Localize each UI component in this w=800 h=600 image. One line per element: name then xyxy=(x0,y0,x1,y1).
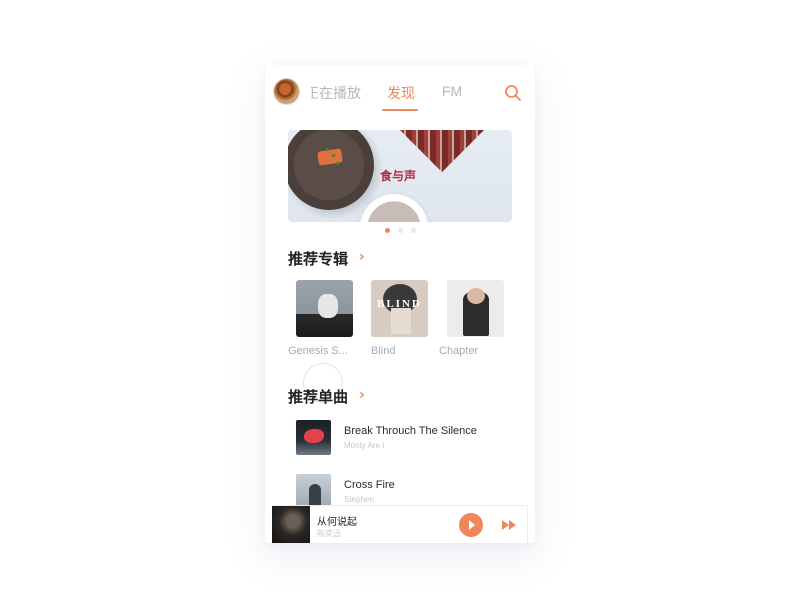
tab-discover[interactable]: 发现 xyxy=(387,83,415,103)
album-cover xyxy=(447,280,504,337)
mini-player[interactable]: 从何说起 陈奕迅 xyxy=(272,505,528,543)
user-avatar[interactable] xyxy=(273,78,300,105)
song-title: Break Throuch The Silence xyxy=(344,425,477,437)
banner-bowl-image xyxy=(360,194,428,222)
player-song-title: 从何说起 xyxy=(317,517,357,528)
song-cover xyxy=(296,474,331,509)
carousel-dot-1[interactable] xyxy=(384,228,390,233)
album-cover: BLIND xyxy=(371,280,428,337)
music-app-screen: 正在播放 发现 FM 食与声 推荐专辑 › Genesis S... BLIND xyxy=(265,65,535,543)
tab-fm[interactable]: FM xyxy=(442,83,462,99)
song-artist: Stephen xyxy=(344,495,374,504)
album-name: Chapter xyxy=(439,345,479,357)
tab-now-playing[interactable]: 正在播放 xyxy=(311,83,361,103)
song-cover xyxy=(296,420,331,455)
albums-more-chevron-icon[interactable]: › xyxy=(359,249,365,265)
album-card[interactable]: BLIND Blind xyxy=(363,280,443,357)
active-tab-indicator xyxy=(382,109,418,111)
play-icon[interactable] xyxy=(459,513,483,537)
album-cover xyxy=(296,280,353,337)
album-card[interactable]: Chapter xyxy=(439,280,519,357)
search-icon[interactable] xyxy=(504,84,522,102)
herb-decoration xyxy=(326,148,329,151)
album-card[interactable]: Genesis S... xyxy=(288,280,368,357)
player-cover xyxy=(272,506,310,543)
herb-decoration xyxy=(336,162,339,165)
songs-section-title: 推荐单曲 xyxy=(288,388,349,406)
song-row[interactable]: Break Throuch The Silence Monty Are I xyxy=(296,420,516,456)
cover-art-shape xyxy=(467,288,485,304)
cover-text: BLIND xyxy=(377,298,422,310)
albums-section-title: 推荐专辑 xyxy=(288,250,349,268)
banner-napkin-image xyxy=(393,130,491,173)
cover-art-shape xyxy=(391,308,411,334)
album-name: Blind xyxy=(371,345,396,357)
banner-carousel[interactable]: 食与声 xyxy=(288,130,512,222)
herb-decoration xyxy=(332,154,335,157)
song-title: Cross Fire xyxy=(344,479,395,491)
fast-forward-icon[interactable] xyxy=(502,520,516,530)
banner-title: 食与声 xyxy=(380,169,417,183)
album-name: Genesis S... xyxy=(288,345,348,357)
song-artist: Monty Are I xyxy=(344,441,385,450)
songs-more-chevron-icon[interactable]: › xyxy=(359,387,365,403)
carousel-dots xyxy=(265,228,535,233)
carousel-dot-2[interactable] xyxy=(397,228,403,233)
player-artist: 陈奕迅 xyxy=(317,529,341,538)
top-nav: 正在播放 发现 FM xyxy=(265,65,535,115)
carousel-dot-3[interactable] xyxy=(410,228,416,233)
banner-plate-image xyxy=(288,130,374,210)
